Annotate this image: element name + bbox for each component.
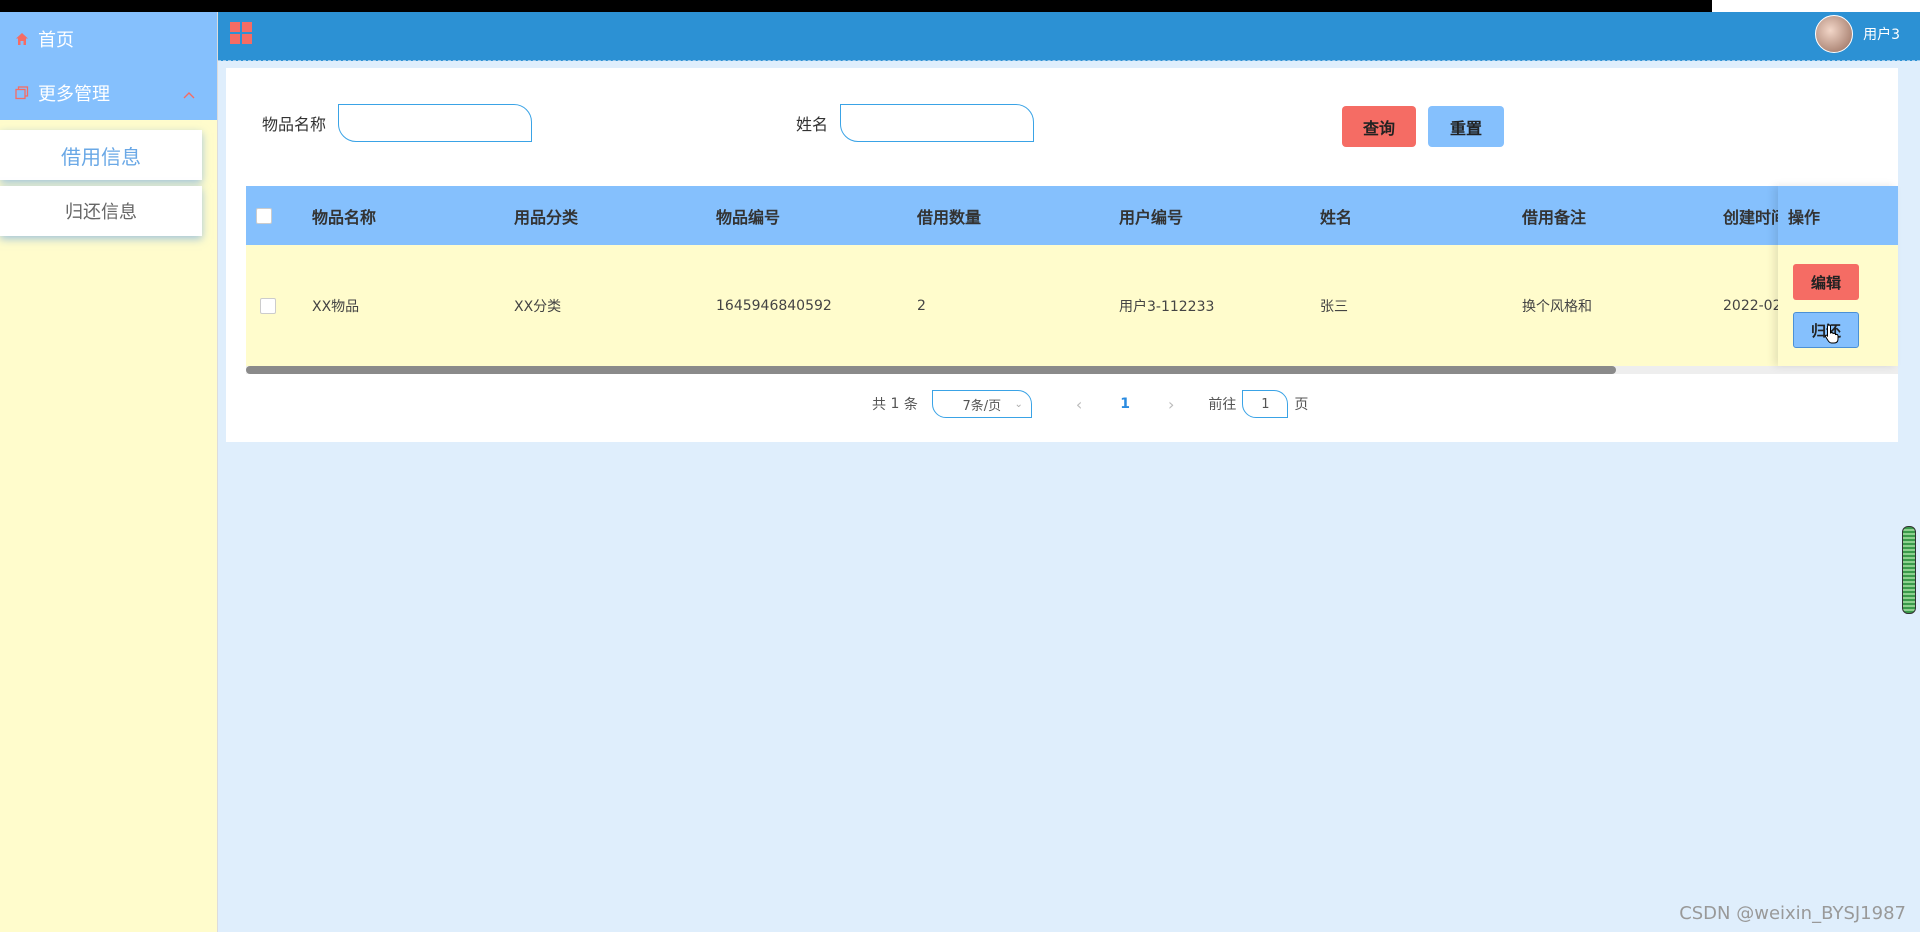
column-header[interactable]: 用品分类 — [514, 186, 578, 245]
data-table: 物品名称 用品分类 物品编号 借用数量 用户编号 姓名 借用备注 创建时间 XX… — [246, 186, 1898, 374]
table-cell: 换个风格和 — [1522, 298, 1592, 315]
sidebar-item-return-info[interactable]: 归还信息 — [0, 186, 202, 236]
watermark: CSDN @weixin_BYSJ1987 — [1679, 903, 1906, 924]
total-prefix: 共 — [872, 397, 886, 413]
table-header: 物品名称 用品分类 物品编号 借用数量 用户编号 姓名 借用备注 创建时间 — [246, 186, 1898, 245]
sidebar-item-home-label: 首页 — [38, 30, 74, 51]
chevron-up-icon — [183, 83, 195, 104]
table-cell: 2022-02- — [1723, 297, 1778, 314]
table-cell: 用户3-112233 — [1119, 298, 1215, 315]
total-count: 1 — [890, 396, 900, 412]
name-label: 姓名 — [796, 115, 829, 134]
table-row[interactable]: XX物品 XX分类 1645946840592 2 用户3-112233 张三 … — [246, 245, 1898, 366]
row-checkbox[interactable] — [260, 297, 276, 314]
top-header: 用户3 — [218, 12, 1920, 61]
column-header[interactable]: 物品编号 — [716, 186, 780, 245]
horizontal-scrollbar-thumb[interactable] — [246, 366, 1616, 374]
column-header[interactable]: 创建时间 — [1723, 186, 1778, 245]
item-name-label: 物品名称 — [262, 115, 327, 134]
goto-suffix: 页 — [1294, 397, 1309, 413]
top-strip — [0, 0, 1920, 12]
table-cell: 2 — [917, 297, 926, 314]
avatar — [1815, 15, 1854, 53]
item-name-input[interactable] — [338, 104, 533, 142]
column-header[interactable]: 借用备注 — [1522, 186, 1586, 245]
sidebar-item-more-management-label: 更多管理 — [38, 84, 110, 105]
page-size-value: 7条/页 — [962, 398, 1002, 414]
sidebar-item-home[interactable]: 首页 — [0, 12, 217, 66]
sidebar-menu: 首页 更多管理 — [0, 12, 217, 120]
sidebar-item-more-management[interactable]: 更多管理 — [0, 66, 217, 120]
reset-button[interactable]: 重置 — [1428, 106, 1504, 147]
column-header[interactable]: 借用数量 — [917, 186, 981, 245]
prev-page-icon[interactable]: ‹ — [1076, 395, 1082, 414]
select-all-checkbox[interactable] — [256, 207, 272, 224]
page-number[interactable]: 1 — [1120, 396, 1130, 412]
chevron-down-icon: ⌄ — [1014, 398, 1023, 410]
sidebar: 首页 更多管理 借用信息 归还信息 — [0, 12, 218, 932]
username: 用户3 — [1863, 27, 1900, 43]
horizontal-scrollbar[interactable] — [246, 366, 1898, 374]
top-strip-gap — [1712, 0, 1920, 12]
total-suffix: 条 — [903, 397, 918, 413]
user-menu[interactable]: 用户3 — [1815, 15, 1900, 53]
hand-cursor-icon — [1824, 324, 1839, 344]
sidebar-submenu: 借用信息 归还信息 — [0, 120, 217, 236]
next-page-icon[interactable]: › — [1168, 395, 1174, 414]
table-cell: XX分类 — [514, 298, 562, 315]
sidebar-item-borrow-info[interactable]: 借用信息 — [0, 130, 202, 180]
main-panel: 物品名称 姓名 查询 重置 物品名称 用品分类 物品编号 借用数量 用户编号 姓… — [226, 68, 1898, 442]
table-cell: XX物品 — [312, 298, 360, 315]
column-header[interactable]: 物品名称 — [312, 186, 376, 245]
page-size-select[interactable]: 7条/页 ⌄ — [931, 390, 1032, 418]
query-button[interactable]: 查询 — [1342, 106, 1416, 147]
table-cell: 张三 — [1320, 298, 1348, 315]
grid-menu-icon[interactable] — [230, 22, 252, 44]
goto-page-input[interactable]: 1 — [1242, 390, 1289, 418]
vertical-scrollbar[interactable] — [1902, 526, 1916, 614]
goto-prefix: 前往 — [1208, 397, 1237, 413]
search-form: 物品名称 姓名 — [262, 104, 1035, 142]
goto-page-value: 1 — [1261, 396, 1270, 412]
copy-icon — [14, 85, 30, 101]
operation-cell: 编辑 归还 — [1778, 245, 1898, 366]
column-header[interactable]: 姓名 — [1320, 186, 1352, 245]
home-icon — [14, 31, 30, 47]
pagination: 共 1 条 7条/页 ⌄ ‹ 1 › 前往 1 页 — [872, 390, 1308, 418]
operation-header: 操作 — [1778, 186, 1898, 245]
table-cell: 1645946840592 — [716, 297, 832, 314]
name-input[interactable] — [840, 104, 1035, 142]
column-header[interactable]: 用户编号 — [1119, 186, 1183, 245]
edit-button[interactable]: 编辑 — [1793, 264, 1859, 300]
